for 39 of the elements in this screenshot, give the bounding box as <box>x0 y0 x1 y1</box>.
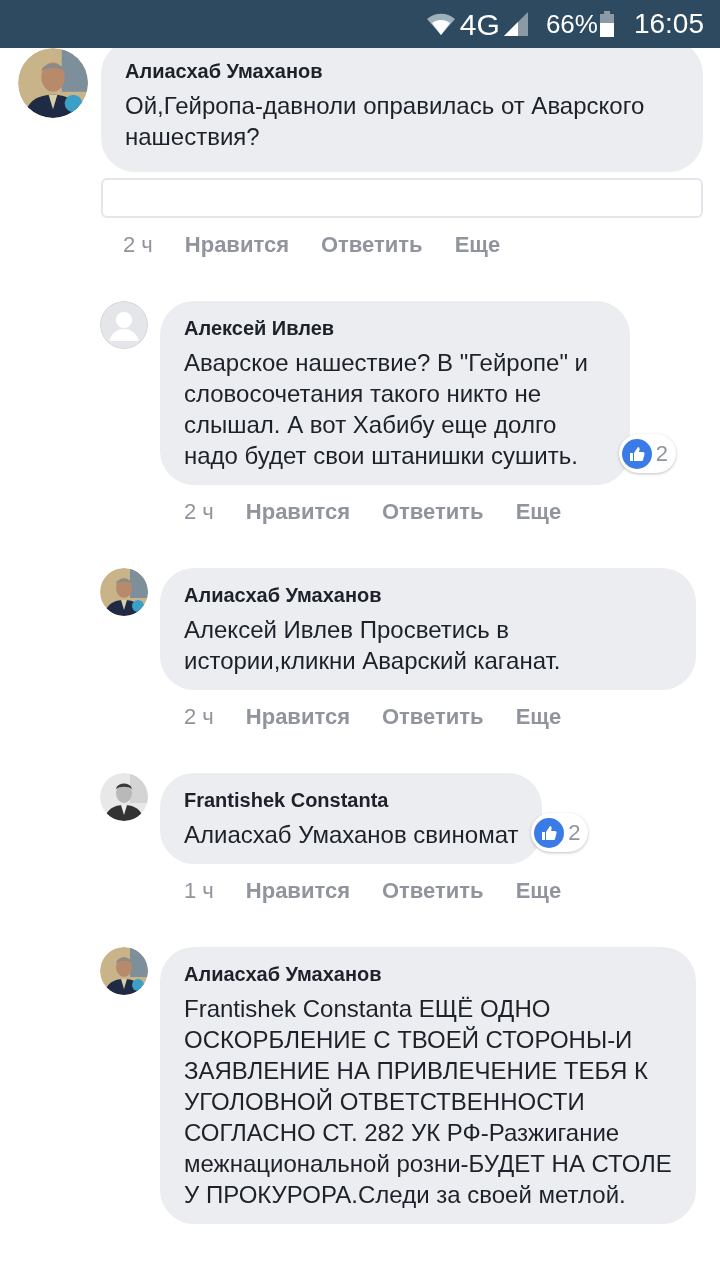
action-link[interactable]: Нравится <box>184 228 289 261</box>
reaction-count: 2 <box>568 819 581 847</box>
action-link[interactable]: Нравится <box>245 495 350 528</box>
battery-icon <box>599 11 614 37</box>
action-link[interactable]: Ответить <box>382 874 484 907</box>
reaction-badge[interactable]: 2 <box>618 434 676 473</box>
battery-level: 66% <box>545 7 598 41</box>
author-name[interactable]: Алексей Ивлев <box>184 315 606 341</box>
comment-text: Алиасхаб Умаханов свиномат <box>184 820 519 850</box>
signal-icon <box>503 12 528 36</box>
comment-time: 2 ч <box>123 231 153 259</box>
thumbs-up-icon <box>534 817 565 848</box>
wifi-icon <box>425 12 456 36</box>
reply-field[interactable] <box>101 178 703 218</box>
comment-time: 2 ч <box>184 703 214 731</box>
author-name[interactable]: Алиасхаб Умаханов <box>184 961 672 987</box>
action-link[interactable]: Ответить <box>382 495 484 528</box>
network-type: 4G <box>459 6 500 43</box>
thumbs-up-icon <box>621 438 652 469</box>
action-link[interactable]: Еще <box>515 700 562 733</box>
author-name[interactable]: Алиасхаб Умаханов <box>125 58 679 84</box>
comment-text: Ой,Гейропа-давноли оправилась от Аварского нашествия? <box>125 91 646 152</box>
action-link[interactable]: Еще <box>515 495 562 528</box>
action-link[interactable]: Еще <box>454 228 501 261</box>
author-name[interactable]: Алиасхаб Умаханов <box>184 582 672 608</box>
reaction-badge[interactable]: 2 <box>531 813 589 852</box>
clock: 16:05 <box>633 7 704 41</box>
action-link[interactable]: Ответить <box>382 700 484 733</box>
action-link[interactable]: Нравится <box>245 874 350 907</box>
comment-time: 1 ч <box>184 877 214 905</box>
action-link[interactable]: Еще <box>515 874 562 907</box>
comment-time: 2 ч <box>184 498 214 526</box>
reaction-count: 2 <box>655 440 668 468</box>
action-link[interactable]: Нравится <box>245 700 350 733</box>
comment-text: Frantishek Constanta ЕЩЁ ОДНО ОСКОРБЛЕНИЕ С ТВОЕЙ СТОРОНЫ-И ЗАЯВЛЕНИЕ НА ПРИВЛЕЧЕНИЕ ТЕБЯ К УГОЛОВНОЙ ОТВЕТСТВЕННОСТИ СОГЛАСНО СТ. 282 УК РФ-Разжигание межнациональной розни-БУДЕТ НА СТОЛЕ У ПРОКУРОРА.Следи за своей метлой. <box>184 994 672 1210</box>
action-link[interactable]: Ответить <box>321 228 423 261</box>
comment-text: Аварское нашествие? В "Гейропе" и словосочетания такого никто не слышал. А вот Хабибу еще долго надо будет свои штанишки сушить. <box>184 348 589 471</box>
author-name[interactable]: Frantishek Constanta <box>184 787 519 813</box>
comment-text: Алексей Ивлев Просветись в истории,кликни Аварский каганат. <box>184 615 562 676</box>
